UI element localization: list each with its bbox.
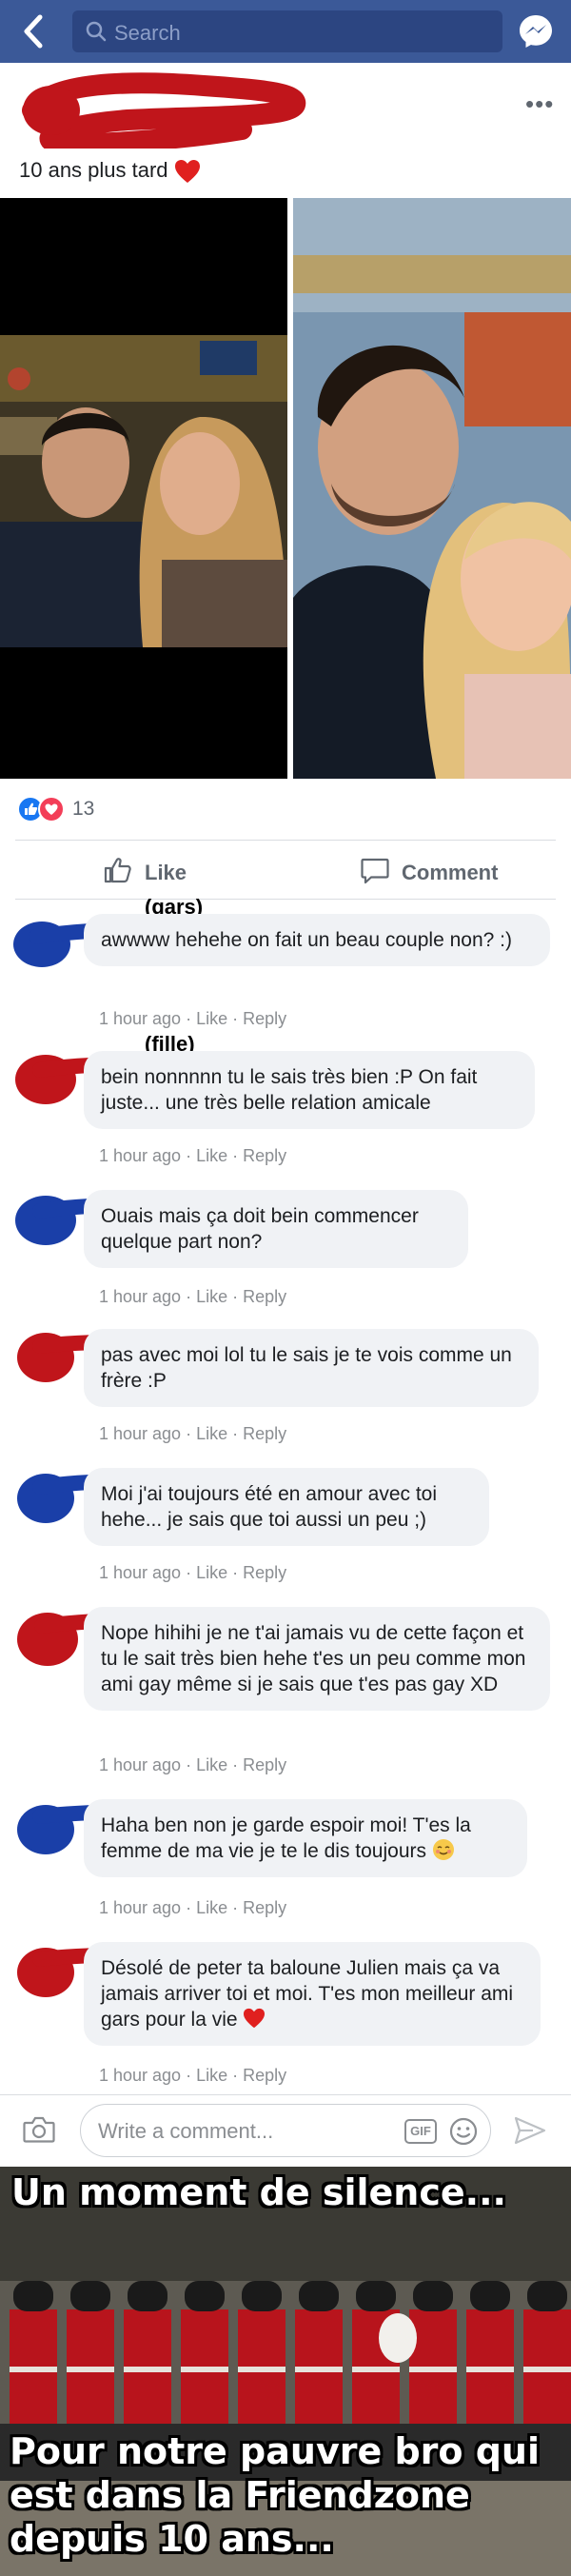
comment-meta[interactable]: 1 hour ago · Like · Reply: [99, 2066, 286, 2086]
search-placeholder: Search: [114, 21, 181, 45]
comment-input-placeholder: Write a comment...: [98, 2119, 274, 2143]
comment-text: Haha ben non je garde espoir moi! T'es l…: [101, 1814, 471, 1862]
camera-icon[interactable]: [23, 2115, 55, 2144]
comment-text: Nope hihihi je ne t'ai jamais vu de cett…: [101, 1622, 526, 1695]
comment-item: Haha ben non je garde espoir moi! T'es l…: [0, 1799, 571, 1917]
comment-bubble: Désolé de peter ta baloune Julien mais ç…: [84, 1942, 541, 2046]
divider: [0, 2094, 571, 2095]
comment-item: (gars) awwww hehehe on fait un beau coup…: [0, 895, 571, 1028]
photo-now[interactable]: [293, 198, 571, 779]
comment-bubble: Nope hihihi je ne t'ai jamais vu de cett…: [84, 1607, 550, 1711]
comment-meta[interactable]: 1 hour ago · Like · Reply: [99, 1009, 286, 1029]
red-heart-icon: [244, 2008, 266, 2029]
comment-bubble: pas avec moi lol tu le sais je te vois c…: [84, 1329, 539, 1407]
comment-meta[interactable]: 1 hour ago · Like · Reply: [99, 1146, 286, 1166]
comment-meta[interactable]: 1 hour ago · Like · Reply: [99, 1287, 286, 1307]
divider: [15, 840, 556, 841]
comment-item: Ouais mais ça doit bein commencer quelqu…: [0, 1190, 571, 1306]
comment-button[interactable]: Comment: [360, 853, 522, 891]
gif-button[interactable]: GIF: [404, 2119, 437, 2144]
comment-bubble: awwww hehehe on fait un beau couple non?…: [84, 914, 550, 966]
comment-text: Ouais mais ça doit bein commencer quelqu…: [101, 1205, 419, 1253]
comment-text: awwww hehehe on fait un beau couple non?…: [101, 929, 512, 951]
comment-item: Nope hihihi je ne t'ai jamais vu de cett…: [0, 1607, 571, 1774]
love-reaction-icon: [38, 796, 65, 822]
red-heart-icon: [174, 160, 200, 184]
meme-bottom-text-line2: est dans la Friendzone: [10, 2474, 470, 2516]
comment-text: bein nonnnnn tu le sais très bien :P On …: [101, 1066, 478, 1114]
comment-bubble: Ouais mais ça doit bein commencer quelqu…: [84, 1190, 468, 1268]
comment-text: pas avec moi lol tu le sais je te vois c…: [101, 1344, 512, 1392]
comment-text: Moi j'ai toujours été en amour avec toi …: [101, 1483, 438, 1531]
redacted-name-scribble: [22, 72, 306, 149]
meme-bottom-text-line3: depuis 10 ans...: [10, 2518, 334, 2560]
meme-image: Un moment de silence... Pour notre pauvr…: [0, 2167, 571, 2576]
emoji-icon[interactable]: [448, 2116, 479, 2147]
top-navigation-bar: Search: [0, 0, 571, 63]
comment-label: Comment: [402, 861, 499, 884]
comment-item: (fille) bein nonnnnn tu le sais très bie…: [0, 1032, 571, 1165]
blushing-smile-emoji-icon: [432, 1839, 454, 1860]
like-button[interactable]: Like: [103, 853, 217, 891]
more-options-button[interactable]: •••: [525, 89, 554, 119]
search-icon: [86, 21, 107, 42]
comment-item: pas avec moi lol tu le sais je te vois c…: [0, 1329, 571, 1443]
search-input[interactable]: Search: [72, 10, 502, 52]
like-label: Like: [145, 861, 187, 884]
meme-bottom-text-line1: Pour notre pauvre bro qui: [10, 2430, 541, 2472]
reaction-count: 13: [72, 798, 95, 820]
chevron-left-icon[interactable]: [19, 13, 49, 50]
comment-meta[interactable]: 1 hour ago · Like · Reply: [99, 1563, 286, 1583]
photo-then[interactable]: [0, 198, 287, 779]
comment-item: Désolé de peter ta baloune Julien mais ç…: [0, 1942, 571, 2085]
comment-meta[interactable]: 1 hour ago · Like · Reply: [99, 1755, 286, 1775]
comment-input[interactable]: Write a comment... GIF: [80, 2104, 491, 2157]
comment-text: Désolé de peter ta baloune Julien mais ç…: [101, 1957, 514, 2031]
post-caption: 10 ans plus tard: [19, 158, 168, 182]
send-icon[interactable]: [514, 2115, 546, 2146]
comment-item: Moi j'ai toujours été en amour avec toi …: [0, 1468, 571, 1582]
photo-then-image: [0, 198, 287, 779]
photo-now-image: [293, 198, 571, 779]
post-text: 10 ans plus tard: [19, 158, 201, 184]
comment-bubble: bein nonnnnn tu le sais très bien :P On …: [84, 1051, 535, 1129]
thumbs-up-icon: [104, 858, 131, 883]
messenger-icon[interactable]: [518, 13, 554, 50]
comment-bubble: Moi j'ai toujours été en amour avec toi …: [84, 1468, 489, 1546]
meme-top-text: Un moment de silence...: [11, 2171, 506, 2213]
comment-meta[interactable]: 1 hour ago · Like · Reply: [99, 1898, 286, 1918]
comment-meta[interactable]: 1 hour ago · Like · Reply: [99, 1424, 286, 1444]
comment-bubble: Haha ben non je garde espoir moi! T'es l…: [84, 1799, 527, 1877]
comment-bubble-icon: [361, 858, 389, 884]
